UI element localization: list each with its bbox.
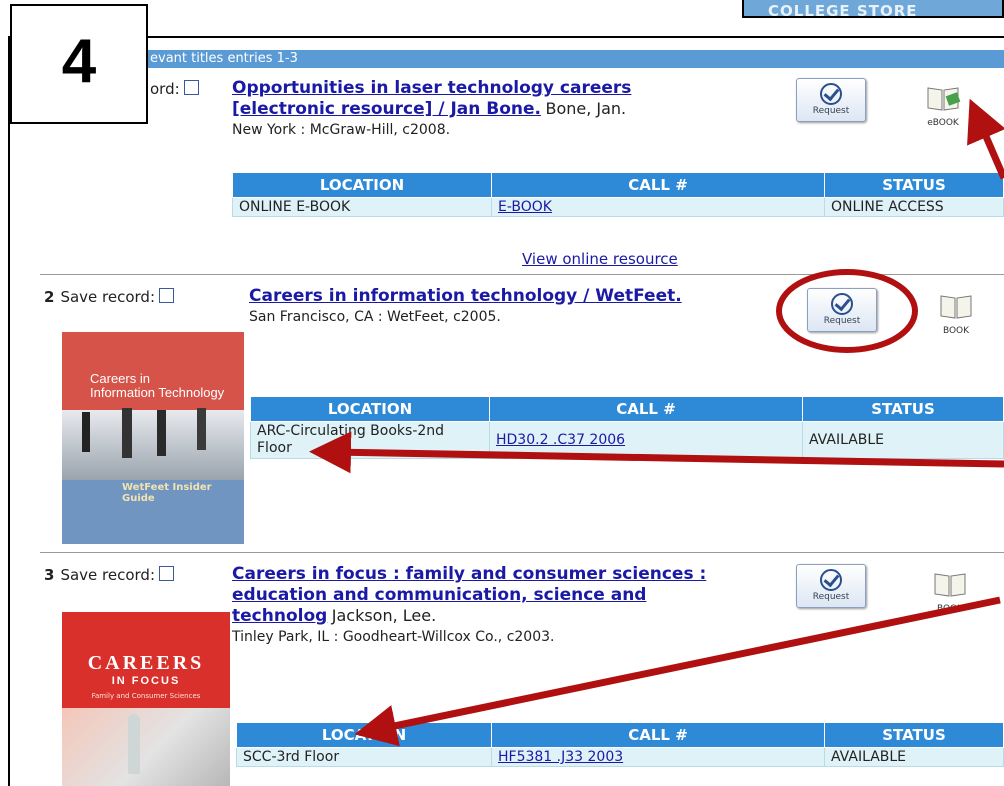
request-highlight-circle: [776, 269, 918, 353]
annotation-arrow: [967, 98, 1004, 180]
annotation-overlay: [309, 98, 1004, 747]
annotation-arrow: [354, 596, 1001, 747]
annotation-arrow: [309, 431, 1004, 474]
